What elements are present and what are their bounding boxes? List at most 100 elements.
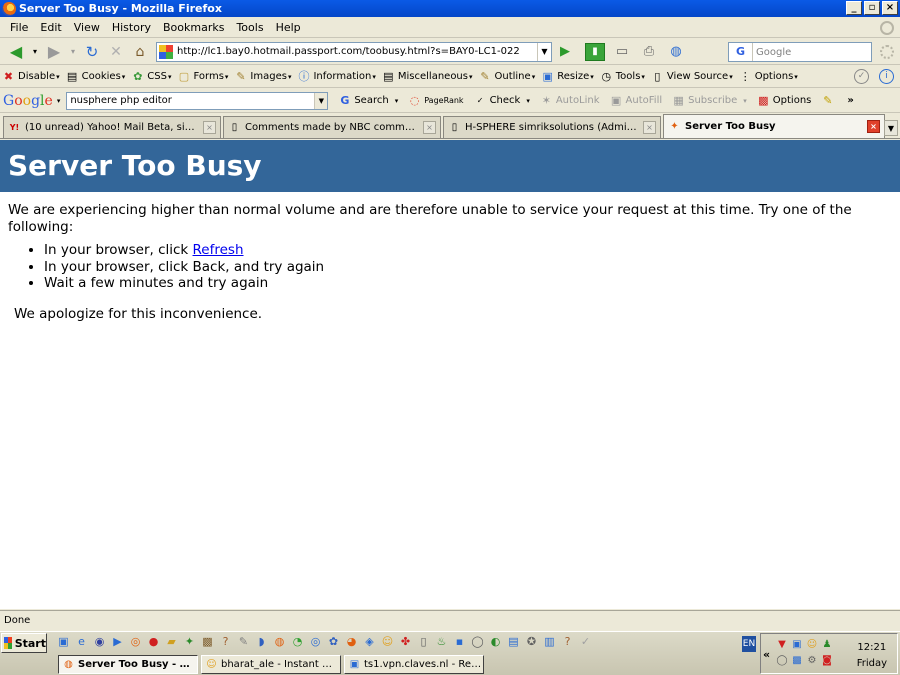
url-bar[interactable]: http://lc1.bay0.hotmail.passport.com/too… xyxy=(156,41,552,62)
app-icon[interactable]: ▤ xyxy=(506,634,521,649)
media-icon[interactable]: ◉ xyxy=(92,634,107,649)
show-hidden-icons-chevron-icon[interactable]: « xyxy=(763,648,770,661)
app-icon[interactable]: ◕ xyxy=(344,634,359,649)
app-icon[interactable]: ▯ xyxy=(416,634,431,649)
addon-button-icon[interactable]: ▮ xyxy=(585,42,605,61)
tab-close-icon[interactable]: × xyxy=(643,121,656,134)
notepad-icon[interactable]: ✎ xyxy=(236,634,251,649)
app-icon[interactable]: ◈ xyxy=(362,634,377,649)
autolink-button[interactable]: ✶ AutoLink xyxy=(540,94,600,107)
refresh-link[interactable]: Refresh xyxy=(193,242,244,258)
language-indicator[interactable]: EN xyxy=(742,636,756,652)
app-icon[interactable]: ✿ xyxy=(326,634,341,649)
globe-icon[interactable]: ◍ xyxy=(667,43,685,61)
google-search-input[interactable]: nusphere php editor ▼ xyxy=(66,91,329,110)
close-button[interactable]: × xyxy=(882,1,898,15)
tab-hsphere[interactable]: ▯ H-SPHERE simriksolutions (Administrati… xyxy=(443,116,661,138)
more-chevron-icon[interactable]: » xyxy=(847,95,853,106)
chat-icon[interactable]: ◯ xyxy=(470,634,485,649)
task-instant-messenger[interactable]: ☺ bharat_ale - Instant Mes... xyxy=(201,655,341,674)
autofill-button[interactable]: ▣ AutoFill xyxy=(610,94,662,107)
url-dropdown-icon[interactable]: ▼ xyxy=(537,42,551,61)
validation-check-icon[interactable]: ✓ xyxy=(854,69,869,84)
app-icon[interactable]: ◗ xyxy=(254,634,269,649)
list-all-tabs-icon[interactable]: ▼ xyxy=(884,120,898,136)
dev-forms-menu[interactable]: ▢ Forms ▾ xyxy=(178,70,229,83)
search-box[interactable]: G Google xyxy=(728,42,872,62)
app-icon[interactable]: ✤ xyxy=(398,634,413,649)
window-titlebar[interactable]: Server Too Busy - Mozilla Firefox _ ▫ × xyxy=(0,0,900,17)
tab-close-icon[interactable]: × xyxy=(423,121,436,134)
help-icon[interactable]: ? xyxy=(560,634,575,649)
messenger-icon[interactable]: ☺ xyxy=(380,634,395,649)
help-icon[interactable]: ? xyxy=(218,634,233,649)
dev-miscellaneous-menu[interactable]: ▤ Miscellaneous ▾ xyxy=(382,70,472,83)
dev-outline-menu[interactable]: ✎ Outline ▾ xyxy=(479,70,535,83)
buddy-icon[interactable]: ♟ xyxy=(820,637,834,652)
google-options-button[interactable]: ▩ Options xyxy=(757,94,811,107)
clock[interactable]: 12:21 Friday xyxy=(857,640,887,672)
maximize-button[interactable]: ▫ xyxy=(864,1,880,15)
highlighter-icon[interactable]: ✎ xyxy=(821,94,837,107)
network-icon[interactable]: ▩ xyxy=(790,653,804,668)
reload-icon[interactable]: ↻ xyxy=(83,43,101,61)
app-icon[interactable]: ◙ xyxy=(820,653,834,668)
forward-dropdown-icon[interactable]: ▾ xyxy=(69,43,77,61)
app-icon[interactable]: ✪ xyxy=(524,634,539,649)
dev-resize-menu[interactable]: ▣ Resize ▾ xyxy=(541,70,594,83)
tab-yahoo-mail[interactable]: Y! (10 unread) Yahoo! Mail Beta, simriks… xyxy=(3,116,221,138)
network-icon[interactable]: ▣ xyxy=(790,637,804,652)
menu-file[interactable]: File xyxy=(4,21,34,34)
subscribe-button[interactable]: ▦ Subscribe ▾ xyxy=(672,94,746,107)
info-icon[interactable]: i xyxy=(879,69,894,84)
minimize-button[interactable]: _ xyxy=(846,1,862,15)
app-icon[interactable]: ✦ xyxy=(182,634,197,649)
dev-cookies-menu[interactable]: ▤ Cookies ▾ xyxy=(66,70,125,83)
tab-close-icon[interactable]: × xyxy=(867,120,880,133)
menu-bookmarks[interactable]: Bookmarks xyxy=(157,21,230,34)
go-icon[interactable]: ▶ xyxy=(556,43,574,61)
menu-tools[interactable]: Tools xyxy=(230,21,269,34)
start-button[interactable]: Start xyxy=(1,633,47,653)
antivirus-icon[interactable]: ▼ xyxy=(775,637,789,652)
search-engine-icon[interactable]: G xyxy=(729,43,753,61)
folder-icon[interactable]: ▰ xyxy=(164,634,179,649)
home-icon[interactable]: ⌂ xyxy=(131,43,149,61)
app-icon[interactable]: ◎ xyxy=(308,634,323,649)
forward-icon[interactable]: ▶ xyxy=(45,42,63,61)
tab-nbc-comments[interactable]: ▯ Comments made by NBC commentator... × xyxy=(223,116,441,138)
back-icon[interactable]: ◀ xyxy=(7,42,25,61)
dev-information-menu[interactable]: ⓘ Information ▾ xyxy=(297,70,375,83)
google-logo[interactable]: Google xyxy=(3,93,53,109)
app-icon[interactable]: ▥ xyxy=(542,634,557,649)
app-icon[interactable]: ▩ xyxy=(200,634,215,649)
app-icon[interactable]: ● xyxy=(146,634,161,649)
app-icon[interactable]: ◔ xyxy=(290,634,305,649)
url-text[interactable]: http://lc1.bay0.hotmail.passport.com/too… xyxy=(177,46,520,57)
google-search-dropdown-icon[interactable]: ▼ xyxy=(314,92,328,109)
bookmark-page-icon[interactable]: ▭ xyxy=(613,43,631,61)
google-search-button[interactable]: G Search ▾ xyxy=(338,94,398,107)
task-firefox[interactable]: ◍ Server Too Busy - Mo... xyxy=(58,655,198,674)
stop-icon[interactable]: ✕ xyxy=(107,43,125,61)
spell-check-button[interactable]: ✓ Check ▾ xyxy=(474,94,530,107)
dev-css-menu[interactable]: ✿ CSS ▾ xyxy=(131,70,171,83)
app-icon[interactable]: ✓ xyxy=(578,634,593,649)
pagerank-indicator[interactable]: ◌ PageRank xyxy=(408,94,464,107)
tab-server-too-busy[interactable]: ✦ Server Too Busy × xyxy=(663,114,885,138)
menu-view[interactable]: View xyxy=(68,21,106,34)
app-icon[interactable]: ♨ xyxy=(434,634,449,649)
task-remote-desktop[interactable]: ▣ ts1.vpn.claves.nl - Remo... xyxy=(344,655,484,674)
messenger-icon[interactable]: ☺ xyxy=(805,637,819,652)
menu-help[interactable]: Help xyxy=(270,21,307,34)
menu-history[interactable]: History xyxy=(106,21,157,34)
chat-icon[interactable]: ◯ xyxy=(775,653,789,668)
back-dropdown-icon[interactable]: ▾ xyxy=(31,43,39,61)
settings-icon[interactable]: ⚙ xyxy=(805,653,819,668)
firefox-icon[interactable]: ◍ xyxy=(272,634,287,649)
google-menu-dropdown-icon[interactable]: ▾ xyxy=(57,97,61,105)
menu-edit[interactable]: Edit xyxy=(34,21,67,34)
search-input[interactable]: Google xyxy=(753,47,791,58)
media-player-icon[interactable]: ▶ xyxy=(110,634,125,649)
desktop-icon[interactable]: ▣ xyxy=(56,634,71,649)
